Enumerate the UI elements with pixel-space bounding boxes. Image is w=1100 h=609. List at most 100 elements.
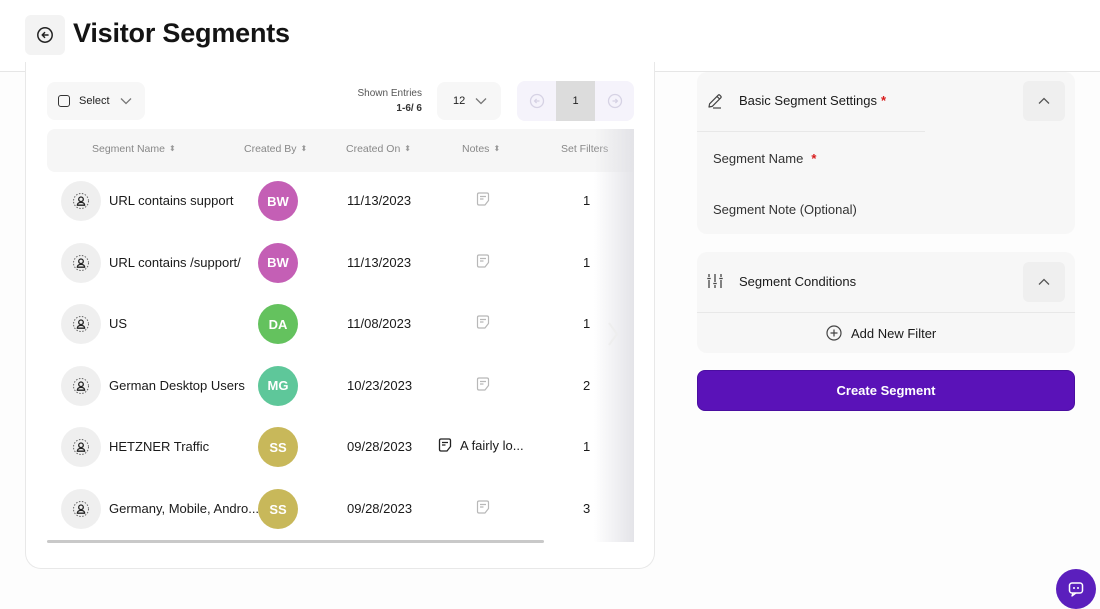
created-on: 10/23/2023: [347, 377, 413, 393]
shown-entries-label: Shown Entries: [357, 88, 422, 99]
sliders-icon: [707, 274, 723, 288]
divider: [697, 131, 925, 132]
avatar: BW: [258, 181, 298, 221]
create-segment-button[interactable]: Create Segment: [697, 370, 1075, 411]
segment-name[interactable]: URL contains support: [109, 193, 234, 208]
segment-icon-badge: [61, 489, 101, 529]
created-on: 11/13/2023: [347, 254, 412, 270]
table-row[interactable]: Germany, Mobile, Andro... SS 09/28/2023 3: [47, 479, 634, 540]
arrow-left-circle-icon: [529, 93, 544, 109]
select-label: Select: [79, 95, 110, 107]
segment-name[interactable]: HETZNER Traffic: [109, 439, 209, 454]
basic-settings-title: Basic Segment Settings *: [739, 93, 887, 108]
segment-user-icon: [73, 193, 89, 209]
note-cell[interactable]: [475, 499, 491, 515]
note-icon: [438, 438, 452, 453]
segments-table-card: Select Shown Entries 1-6/ 6 12 1 Segment…: [25, 62, 655, 569]
note-icon: [476, 377, 490, 391]
column-header-segment-name[interactable]: Segment Name ⬍: [92, 143, 176, 155]
page-title: Visitor Segments: [73, 18, 290, 48]
table-row[interactable]: URL contains /support/BW 11/13/2023 1: [47, 233, 634, 294]
table-row[interactable]: HETZNER Traffic SS 09/28/2023 A fairly lo..…: [47, 417, 634, 478]
segment-note-field[interactable]: Segment Note (Optional): [713, 202, 857, 217]
segment-icon-badge: [61, 304, 101, 345]
horizontal-scrollbar[interactable]: [47, 540, 544, 543]
segment-name[interactable]: Germany, Mobile, Andro...: [109, 501, 259, 516]
column-header-created-by[interactable]: Created By ⬍: [244, 143, 307, 155]
next-page-button[interactable]: [595, 81, 634, 121]
note-cell[interactable]: [475, 253, 491, 269]
arrow-right-circle-icon: [607, 93, 622, 109]
table-header: Segment Name ⬍ Created By ⬍ Created On ⬍ No…: [47, 129, 634, 172]
created-on: 09/28/2023: [347, 501, 413, 516]
segment-name-field[interactable]: Segment Name *: [713, 151, 816, 166]
note-text: A fairly lo...: [460, 437, 524, 453]
sort-icon: ⬍: [493, 144, 501, 153]
segment-user-icon: [73, 439, 89, 456]
created-on: 11/13/2023: [347, 193, 412, 208]
note-cell[interactable]: [475, 314, 491, 330]
created-on: 09/28/2023: [347, 439, 413, 455]
segment-user-icon: [73, 254, 89, 271]
note-cell[interactable]: A fairly lo...: [437, 437, 524, 453]
collapse-conditions-button[interactable]: [1023, 262, 1065, 302]
segment-user-icon: [73, 316, 89, 333]
prev-page-button[interactable]: [517, 81, 556, 121]
segment-conditions-header[interactable]: Segment Conditions: [697, 252, 1075, 312]
segment-name[interactable]: URL contains /support/: [109, 255, 241, 270]
per-page-dropdown[interactable]: 12: [437, 82, 501, 120]
basic-settings-header[interactable]: Basic Segment Settings *: [697, 72, 1075, 132]
avatar: DA: [258, 304, 298, 345]
note-cell[interactable]: [475, 376, 491, 392]
segment-name[interactable]: German Desktop Users: [109, 378, 245, 393]
column-header-created-on[interactable]: Created On ⬍: [346, 143, 411, 155]
column-header-notes[interactable]: Notes ⬍: [462, 143, 500, 155]
set-filters-count: 1: [583, 254, 591, 270]
shown-entries: Shown Entries 1-6/ 6: [336, 86, 422, 116]
select-all-checkbox[interactable]: [58, 95, 70, 107]
segment-conditions-title: Segment Conditions: [739, 274, 857, 289]
required-mark: *: [881, 93, 887, 108]
avatar: BW: [258, 242, 298, 283]
collapse-basic-settings-button[interactable]: [1023, 81, 1065, 121]
chevron-up-icon: [1038, 97, 1050, 104]
table-row[interactable]: URL contains support BW 11/13/2023 1: [47, 171, 634, 232]
note-cell[interactable]: [475, 191, 491, 207]
set-filters-count: 1: [583, 439, 591, 455]
required-mark: *: [811, 151, 817, 166]
back-button[interactable]: [25, 15, 65, 55]
segment-icon-badge: [61, 365, 101, 406]
avatar: SS: [258, 427, 298, 468]
chat-support-button[interactable]: [1056, 569, 1096, 609]
note-icon: [476, 500, 490, 514]
page-button-current[interactable]: 1: [556, 81, 595, 121]
divider: [697, 312, 1075, 313]
arrow-left-circle-icon: [37, 27, 53, 43]
set-filters-count: 1: [583, 193, 591, 208]
segment-user-icon: [73, 501, 89, 517]
note-icon: [476, 253, 490, 268]
chevron-down-icon: [475, 98, 487, 105]
basic-settings-panel: Basic Segment Settings * Segment Name * Se…: [697, 72, 1075, 234]
shown-entries-value: 1-6/ 6: [396, 103, 422, 114]
sort-icon: ⬍: [300, 144, 308, 153]
chevron-down-icon: [120, 98, 132, 105]
segment-icon-badge: [61, 181, 101, 221]
pencil-icon: [708, 94, 722, 109]
table-row[interactable]: German Desktop Users MG 10/23/2023 2: [47, 356, 634, 417]
note-icon: [476, 315, 490, 329]
chevron-right-icon[interactable]: [606, 320, 620, 348]
segment-conditions-panel: Segment Conditions Add New Filter: [697, 252, 1075, 353]
add-new-filter-button[interactable]: Add New Filter: [826, 325, 936, 341]
table-row[interactable]: US DA 11/08/2023 1: [47, 294, 634, 355]
set-filters-count: 1: [583, 316, 591, 332]
set-filters-count: 2: [583, 377, 591, 393]
avatar: SS: [258, 489, 298, 529]
plus-circle-icon: [826, 325, 842, 341]
segment-name[interactable]: US: [109, 316, 127, 331]
sort-icon: ⬍: [404, 144, 411, 153]
chevron-up-icon: [1038, 278, 1050, 285]
segment-icon-badge: [61, 242, 101, 283]
add-new-filter-label: Add New Filter: [851, 325, 937, 341]
bulk-select-dropdown[interactable]: Select: [47, 82, 145, 120]
